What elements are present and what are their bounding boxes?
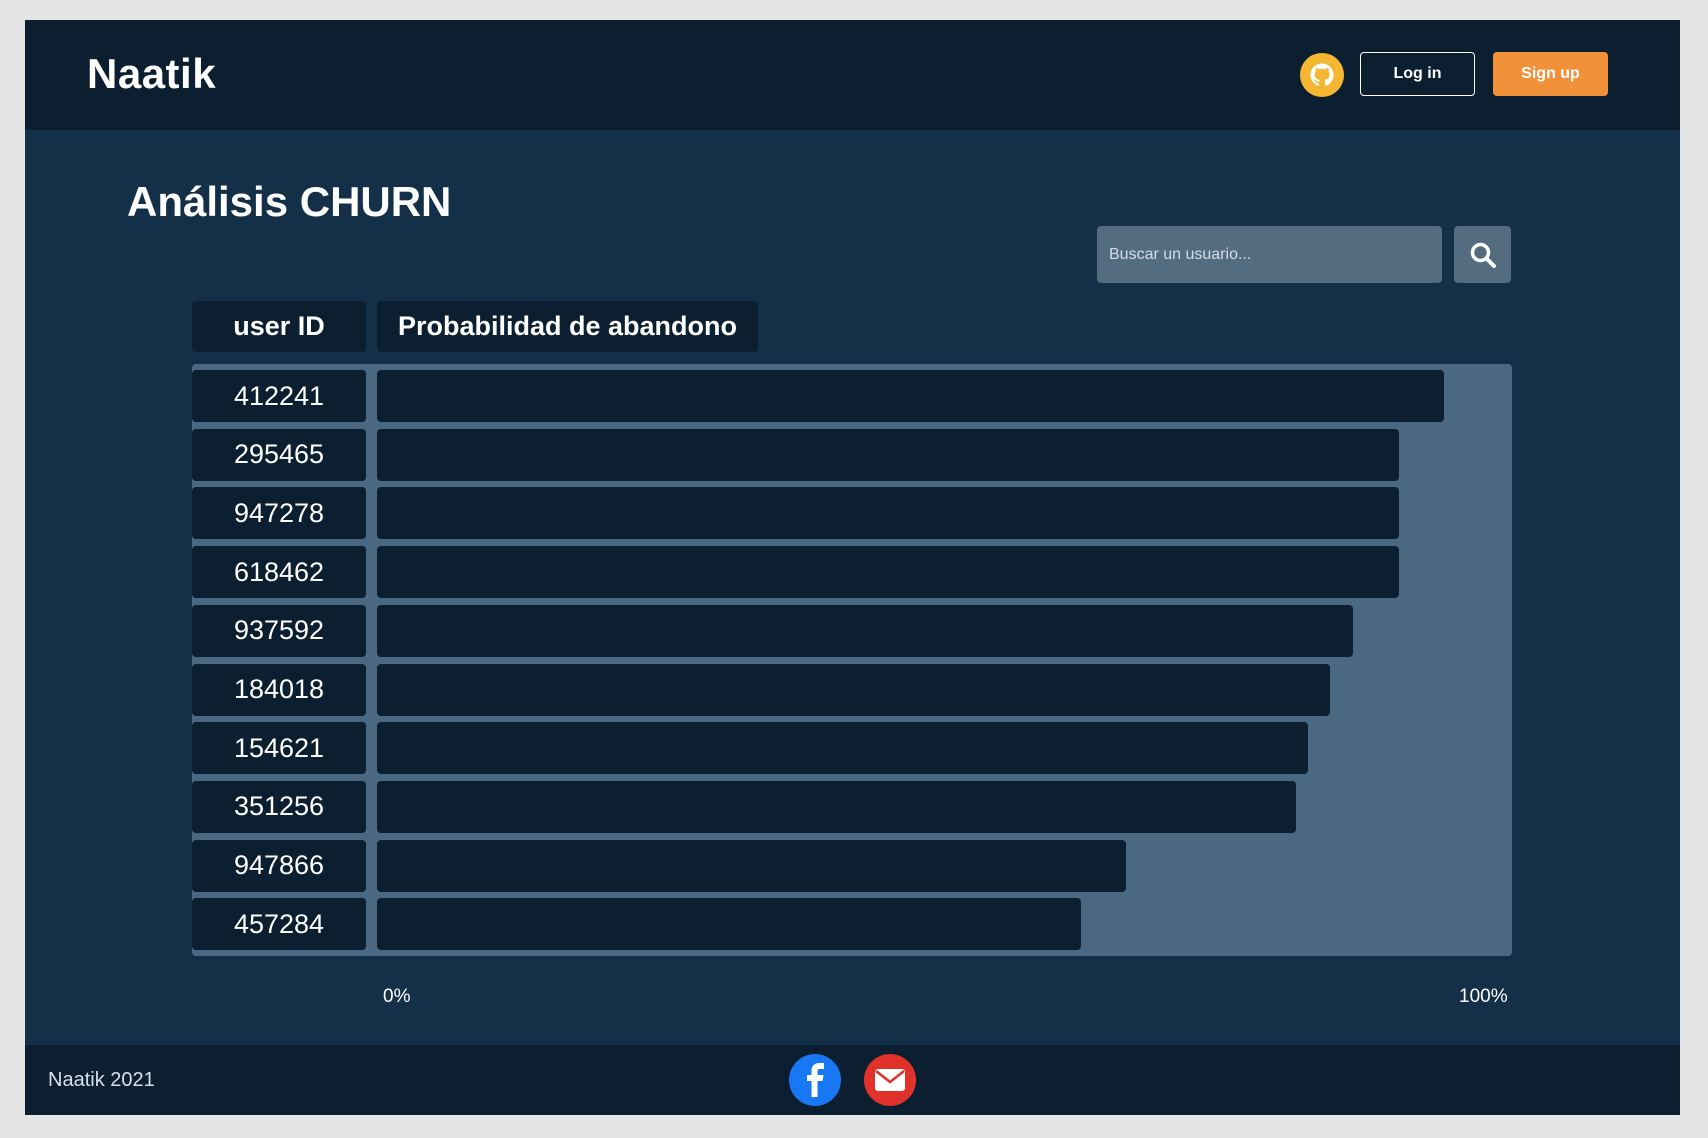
user-id-cell[interactable]: 457284 [192,898,366,951]
column-header-user-id: user ID [192,301,366,352]
github-icon [1310,63,1334,86]
user-id-cell[interactable]: 412241 [192,370,366,422]
copyright-text: Naatik 2021 [48,1069,155,1091]
search-input[interactable] [1097,226,1442,283]
churn-probability-bar [377,839,1127,892]
user-id-cell[interactable]: 351256 [192,780,366,833]
email-link[interactable] [864,1054,916,1106]
app-window: Naatik Log in Sign up Análisis CHURN use… [25,20,1680,1115]
table-row: 457284 [192,898,1512,951]
user-id-cell[interactable]: 947866 [192,839,366,892]
churn-probability-bar [377,722,1308,775]
axis-min-label: 0% [383,986,411,1007]
user-id-cell[interactable]: 184018 [192,663,366,716]
mail-icon [875,1069,905,1091]
user-id-cell[interactable]: 154621 [192,722,366,775]
churn-probability-bar [377,428,1399,481]
churn-bar-chart: 412241 295465 947278 618462 937592 184018 1546… [192,364,1512,956]
table-row: 937592 [192,604,1512,657]
table-row: 618462 [192,546,1512,599]
user-id-cell[interactable]: 947278 [192,487,366,540]
churn-probability-bar [377,898,1081,951]
navbar: Naatik Log in Sign up [25,20,1680,130]
table-row: 154621 [192,722,1512,775]
user-id-cell[interactable]: 937592 [192,604,366,657]
axis-max-label: 100% [1459,986,1508,1007]
user-id-cell[interactable]: 618462 [192,546,366,599]
table-row: 351256 [192,780,1512,833]
facebook-link[interactable] [789,1054,841,1106]
column-header-probability: Probabilidad de abandono [377,301,758,352]
search-icon [1470,242,1496,268]
churn-probability-bar [377,780,1297,833]
table-row: 947866 [192,839,1512,892]
table-row: 947278 [192,487,1512,540]
churn-probability-bar [377,663,1331,716]
page-title: Análisis CHURN [127,178,452,225]
user-id-cell[interactable]: 295465 [192,428,366,481]
signup-button[interactable]: Sign up [1493,52,1608,96]
table-row: 295465 [192,428,1512,481]
table-row: 184018 [192,663,1512,716]
churn-probability-bar [377,487,1399,540]
login-button[interactable]: Log in [1360,52,1475,96]
facebook-icon [807,1063,824,1097]
search-button[interactable] [1454,226,1511,283]
churn-probability-bar [377,604,1354,657]
churn-probability-bar [377,370,1444,422]
footer: Naatik 2021 [25,1045,1680,1115]
brand-logo[interactable]: Naatik [87,50,216,98]
table-row: 412241 [192,370,1512,422]
churn-probability-bar [377,546,1399,599]
github-button[interactable] [1300,53,1344,97]
